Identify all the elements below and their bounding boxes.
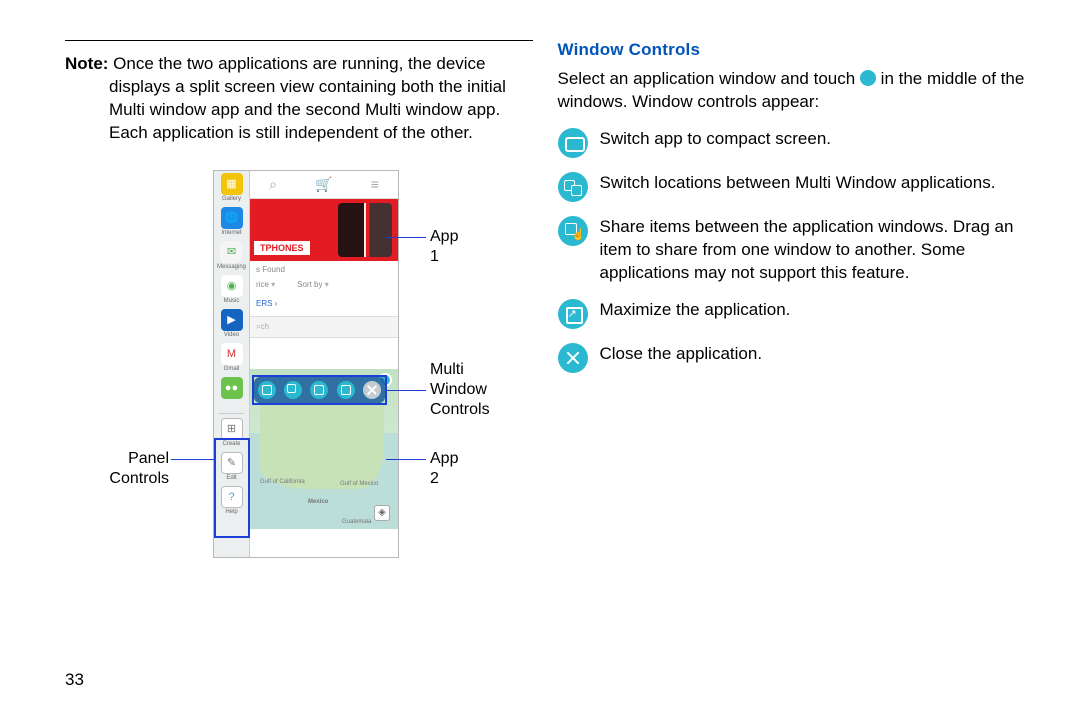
handle-dot-icon	[860, 70, 876, 86]
control-maximize-text: Maximize the application.	[600, 299, 1026, 322]
control-share: Share items between the application wind…	[558, 216, 1026, 285]
close-icon	[363, 381, 381, 399]
ers-link: ERS ›	[250, 299, 398, 308]
note-text: Once the two applications are running, t…	[108, 54, 505, 142]
left-column: Note: Once the two applications are runn…	[65, 40, 533, 570]
maximize-icon	[337, 381, 355, 399]
control-swap: Switch locations between Multi Window ap…	[558, 172, 1026, 202]
callout-panel2: Controls	[105, 469, 169, 489]
tray-messaging: ✉Messaging	[217, 241, 246, 270]
menu-icon: ≡	[371, 176, 379, 192]
callout-app2: App 2	[430, 449, 465, 489]
swap-locations-icon	[558, 172, 588, 202]
control-swap-text: Switch locations between Multi Window ap…	[600, 172, 1026, 195]
results-found: s Found	[250, 261, 398, 278]
control-compact: Switch app to compact screen.	[558, 128, 1026, 158]
callout-mw3: Controls	[430, 400, 490, 420]
multiwindow-controls-overlay	[254, 377, 385, 403]
manual-page: Note: Once the two applications are runn…	[0, 0, 1080, 590]
search-icon: ⌕	[269, 176, 277, 193]
callout-panel1: Panel	[125, 449, 169, 469]
phones-graphic	[338, 203, 392, 257]
compact-icon	[258, 381, 276, 399]
leader-mw	[386, 390, 426, 392]
multiwindow-tray: ▦Gallery 🌐Internet ✉Messaging ◉Music ▶Vi…	[214, 171, 250, 557]
note-paragraph: Note: Once the two applications are runn…	[65, 53, 533, 145]
tray-gmail: MGmail	[221, 343, 243, 372]
page-number: 33	[65, 670, 84, 690]
tray-gallery: ▦Gallery	[221, 173, 243, 202]
app1-tag: TPHONES	[254, 241, 310, 255]
filters: rice Sort by	[250, 278, 398, 299]
leader-app1	[386, 237, 426, 239]
tray-unknown: ●●	[221, 377, 243, 406]
note-label: Note:	[65, 54, 108, 73]
section-heading: Window Controls	[558, 40, 1026, 60]
divider	[65, 40, 533, 41]
share-items-icon	[558, 216, 588, 246]
leader-app2	[386, 459, 426, 461]
control-close: Close the application.	[558, 343, 1026, 373]
tray-help: ?Help	[221, 486, 243, 515]
control-share-text: Share items between the application wind…	[600, 216, 1026, 285]
compact-screen-icon	[558, 128, 588, 158]
callout-app1: App 1	[430, 227, 465, 267]
swap-icon	[284, 381, 302, 399]
locate-icon: ◈	[374, 505, 390, 521]
split-content: ⌕ 🛒 ≡ TPHONES s Found rice Sort by	[250, 171, 398, 557]
searchrow: ⌕ ch	[250, 316, 398, 338]
tray-video: ▶Video	[221, 309, 243, 338]
callout-mw2: Window	[430, 380, 487, 400]
callout-mw1: Multi	[430, 360, 464, 380]
control-maximize: Maximize the application.	[558, 299, 1026, 329]
control-compact-text: Switch app to compact screen.	[600, 128, 1026, 151]
right-column: Window Controls Select an application wi…	[558, 40, 1026, 570]
screenshot-figure: ▦Gallery 🌐Internet ✉Messaging ◉Music ▶Vi…	[135, 170, 465, 570]
intro-paragraph: Select an application window and touch i…	[558, 68, 1026, 114]
app1-pane: TPHONES s Found rice Sort by ERS › ⌕ ch	[250, 199, 398, 369]
control-close-text: Close the application.	[600, 343, 1026, 366]
leader-panel	[171, 459, 215, 461]
tray-edit: ✎Edit	[221, 452, 243, 481]
close-app-icon	[558, 343, 588, 373]
share-icon	[310, 381, 328, 399]
device-screenshot: ▦Gallery 🌐Internet ✉Messaging ◉Music ▶Vi…	[213, 170, 399, 558]
cart-icon: 🛒	[315, 176, 332, 193]
tray-create: ⊞Create	[221, 418, 243, 447]
tray-music: ◉Music	[221, 275, 243, 304]
maximize-icon	[558, 299, 588, 329]
tray-internet: 🌐Internet	[221, 207, 243, 236]
topbar: ⌕ 🛒 ≡	[250, 171, 398, 199]
